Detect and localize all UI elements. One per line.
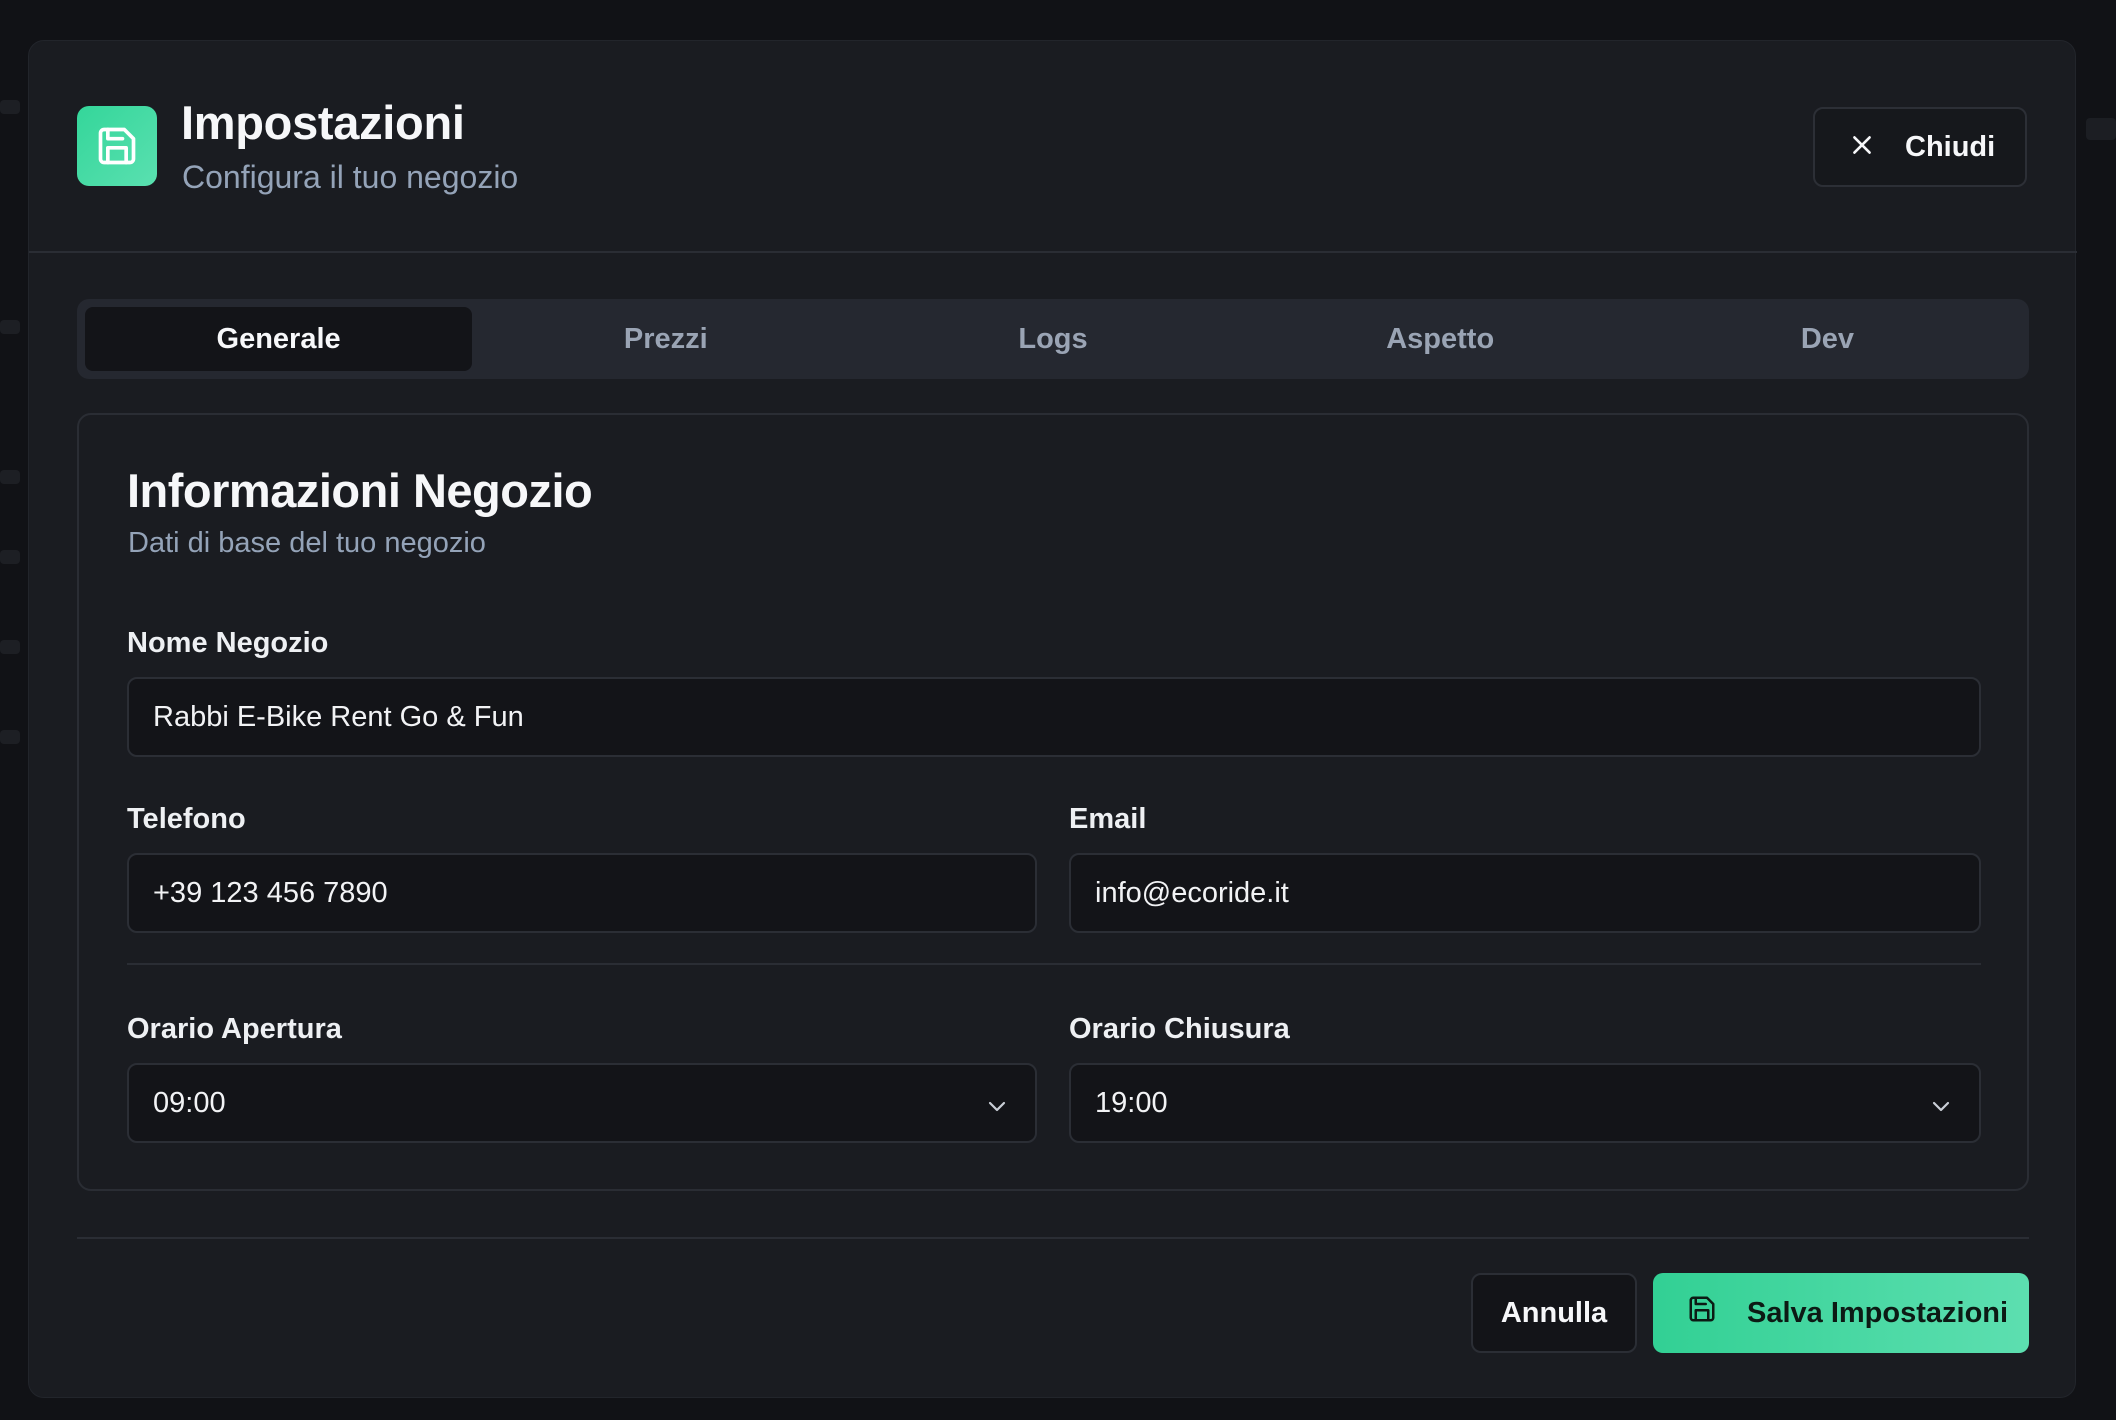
tab-generale[interactable]: Generale	[85, 307, 473, 371]
email-value: info@ecoride.it	[1095, 876, 1289, 909]
chevron-down-icon	[985, 1093, 1009, 1126]
chevron-down-icon	[1929, 1093, 1953, 1126]
close-button-label: Chiudi	[1905, 130, 1996, 163]
footer-divider	[77, 1237, 2029, 1239]
background-element	[0, 470, 20, 484]
save-button-label: Salva Impostazioni	[1747, 1296, 2009, 1329]
cancel-button[interactable]: Annulla	[1471, 1273, 1637, 1353]
phone-value: +39 123 456 7890	[153, 876, 388, 909]
opening-time-label: Orario Apertura	[127, 1013, 342, 1045]
background-element	[0, 320, 20, 334]
background-element	[0, 100, 20, 114]
card-subtitle: Dati di base del tuo negozio	[128, 527, 486, 559]
card-title: Informazioni Negozio	[127, 464, 593, 517]
phone-label: Telefono	[127, 803, 246, 835]
save-icon	[1687, 1294, 1717, 1332]
shop-name-value: Rabbi E-Bike Rent Go & Fun	[153, 700, 524, 733]
background-element	[0, 730, 20, 744]
opening-time-value: 09:00	[153, 1086, 226, 1119]
save-icon	[77, 106, 157, 186]
shop-name-label: Nome Negozio	[127, 627, 329, 659]
tab-prezzi[interactable]: Prezzi	[472, 307, 859, 371]
save-settings-button[interactable]: Salva Impostazioni	[1653, 1273, 2029, 1353]
page-subtitle: Configura il tuo negozio	[182, 159, 519, 195]
dialog-header: Impostazioni Configura il tuo negozio Ch…	[29, 41, 2077, 253]
tab-aspetto[interactable]: Aspetto	[1247, 307, 1634, 371]
shop-name-input[interactable]: Rabbi E-Bike Rent Go & Fun	[127, 677, 1981, 757]
section-divider	[127, 963, 1981, 965]
phone-input[interactable]: +39 123 456 7890	[127, 853, 1037, 933]
closing-time-label: Orario Chiusura	[1069, 1013, 1290, 1045]
page-title: Impostazioni	[181, 96, 465, 149]
settings-tabs: Generale Prezzi Logs Aspetto Dev	[77, 299, 2029, 379]
background-element	[2086, 118, 2116, 140]
settings-dialog: Impostazioni Configura il tuo negozio Ch…	[28, 40, 2077, 1398]
tab-logs[interactable]: Logs	[859, 307, 1246, 371]
closing-time-value: 19:00	[1095, 1086, 1168, 1119]
background-element	[0, 550, 20, 564]
tab-dev[interactable]: Dev	[1634, 307, 2021, 371]
email-label: Email	[1069, 803, 1147, 835]
background-element	[0, 640, 20, 654]
close-button[interactable]: Chiudi	[1813, 107, 2027, 187]
shop-info-card: Informazioni Negozio Dati di base del tu…	[77, 413, 2029, 1191]
closing-time-select[interactable]: 19:00	[1069, 1063, 1981, 1143]
email-input[interactable]: info@ecoride.it	[1069, 853, 1981, 933]
opening-time-select[interactable]: 09:00	[127, 1063, 1037, 1143]
close-icon	[1849, 132, 1875, 163]
